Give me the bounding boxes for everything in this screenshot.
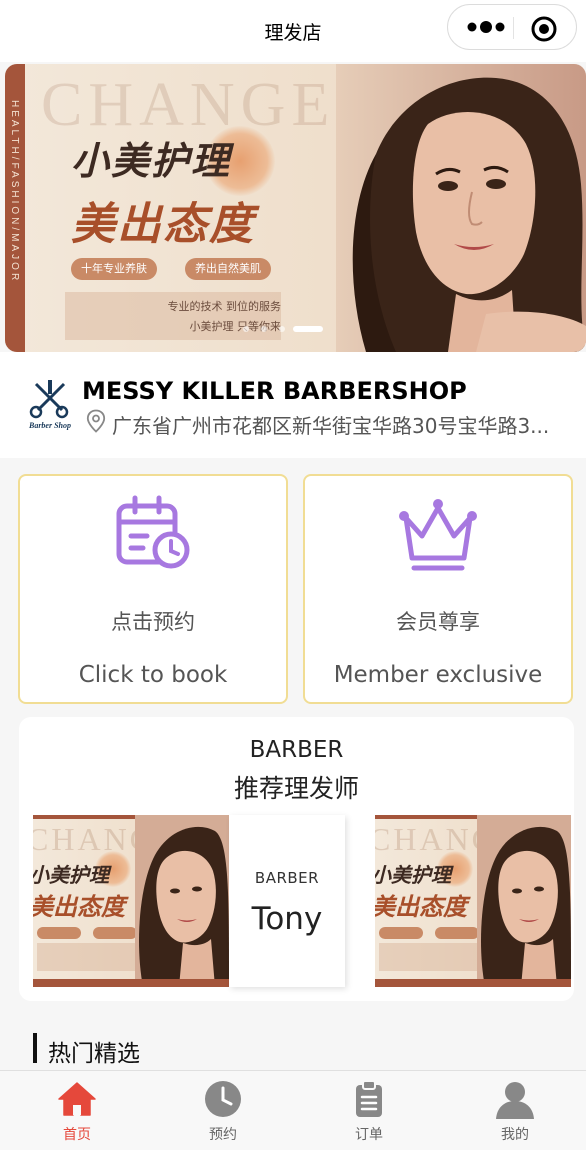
barber-photo[interactable]: CHANGE SHAPE 小美护理 美出态度	[33, 815, 229, 987]
promo-headline-2: 美出态度	[375, 893, 467, 921]
home-icon	[58, 1082, 96, 1116]
shop-name: MESSY KILLER BARBERSHOP	[82, 377, 467, 405]
book-card-subtitle: Click to book	[78, 662, 228, 688]
location-pin-icon	[86, 409, 106, 433]
book-card-title: 点击预约	[111, 610, 195, 634]
clipboard-icon	[356, 1080, 382, 1117]
promo-slide: CHANGE SHAPE HEALTH/FASHION/MAJOR 小美护理 美…	[5, 64, 586, 352]
carousel-indicator[interactable]	[243, 326, 249, 332]
promo-banner[interactable]: CHANGE SHAPE HEALTH/FASHION/MAJOR 小美护理 美…	[5, 64, 586, 352]
member-card-title: 会员尊享	[396, 610, 480, 634]
promo-headline-1: 小美护理	[375, 863, 451, 887]
barbershop-logo: Barber Shop	[28, 380, 71, 430]
promo-headline-2: 美出态度	[33, 893, 125, 921]
logo-text: Barber Shop	[28, 421, 71, 430]
shop-address[interactable]: 广东省广州市花都区新华街宝华路30号宝华路3...	[112, 410, 572, 439]
carousel-indicator[interactable]	[279, 326, 285, 332]
book-card[interactable]: 点击预约 Click to book	[18, 474, 288, 704]
tab-bar: 首页 预约 订单 我的	[0, 1070, 586, 1150]
member-card[interactable]: 会员尊享 Member exclusive	[303, 474, 573, 704]
carousel-indicator-active[interactable]	[293, 326, 323, 332]
user-icon	[496, 1082, 534, 1119]
more-dots-icon[interactable]	[466, 19, 508, 35]
calendar-clock-icon	[116, 495, 190, 569]
barber-section-subtitle: BARBER	[249, 737, 344, 763]
clock-icon	[205, 1081, 241, 1117]
barber-name: Tony	[251, 901, 323, 937]
tab-booking[interactable]: 预约	[150, 1071, 296, 1150]
tab-label: 订单	[355, 1127, 383, 1143]
promo-headline-1: 小美护理	[33, 863, 109, 887]
section-marker	[33, 1033, 37, 1063]
carousel-indicator[interactable]	[261, 326, 267, 332]
tab-label: 首页	[63, 1127, 91, 1143]
model-portrait	[135, 815, 229, 987]
navigation-bar: 理发店	[0, 0, 586, 62]
target-icon[interactable]	[530, 15, 558, 43]
barber-photo[interactable]: CHANGE SHAPE 小美护理 美出态度	[375, 815, 571, 987]
capsule-divider	[513, 17, 514, 39]
shop-info[interactable]: Barber Shop MESSY KILLER BARBERSHOP 广东省广…	[0, 352, 586, 458]
tab-profile[interactable]: 我的	[442, 1071, 586, 1150]
barber-info-card[interactable]: BARBER Tony	[229, 815, 345, 987]
tab-label: 我的	[501, 1127, 529, 1143]
tab-orders[interactable]: 订单	[296, 1071, 442, 1150]
hot-section-title: 热门精选	[48, 1041, 140, 1067]
crown-icon	[399, 499, 477, 571]
model-portrait	[336, 64, 586, 352]
tab-label: 预约	[209, 1127, 237, 1143]
menu-capsule	[447, 4, 577, 50]
recommended-barbers: BARBER 推荐理发师 CHANGE SHAPE 小美护理 美出态度	[19, 717, 574, 1001]
tab-home[interactable]: 首页	[4, 1071, 150, 1150]
member-card-subtitle: Member exclusive	[333, 662, 543, 688]
model-portrait	[477, 815, 571, 987]
barber-section-title: 推荐理发师	[233, 774, 359, 803]
barber-role: BARBER	[254, 869, 320, 887]
promo-subtitle-1: 专业的技术 到位的服务	[167, 300, 282, 313]
